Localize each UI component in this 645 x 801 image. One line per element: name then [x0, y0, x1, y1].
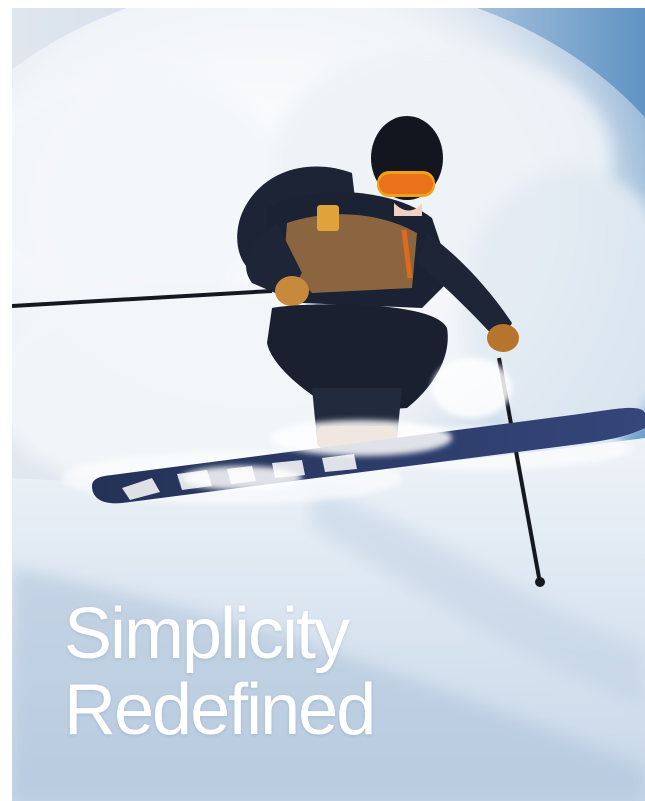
headline-line-1: Simplicity — [64, 594, 350, 674]
headline-line-2: Redefined — [64, 670, 376, 750]
hero-headline: Simplicity Redefined — [64, 594, 376, 750]
hero-image-frame: Simplicity Redefined — [12, 8, 645, 801]
